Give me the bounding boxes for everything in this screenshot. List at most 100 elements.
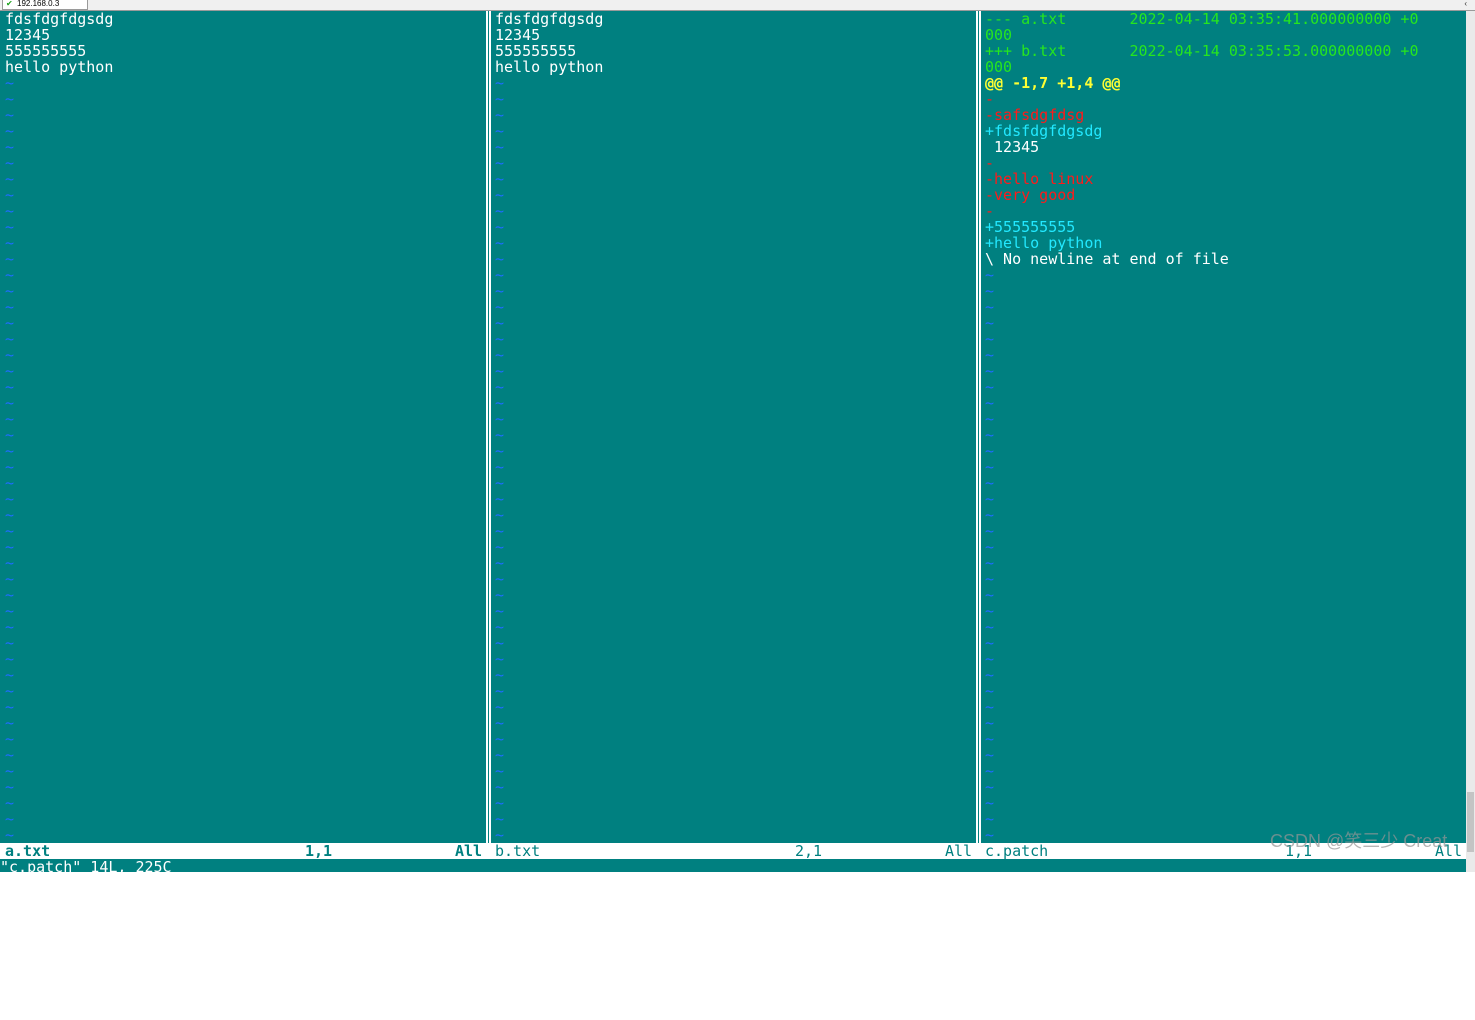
vim-status-line: a.txt 1,1 All b.txt 2,1 All c.patch 1,1 …	[0, 843, 1466, 859]
vertical-split-separator	[976, 11, 981, 843]
empty-line-tilde: ~	[5, 426, 15, 444]
empty-line-tilde: ~	[985, 538, 995, 556]
empty-line-tilde: ~	[5, 682, 15, 700]
empty-line-tilde: ~	[985, 362, 995, 380]
empty-line-tilde: ~	[495, 298, 505, 316]
empty-line-tilde: ~	[495, 714, 505, 732]
empty-line-tilde: ~	[495, 762, 505, 780]
vim-pane-b-txt[interactable]: fdsfdgfdgsdg 12345 555555555 hello python ~ ~…	[495, 11, 973, 843]
empty-line-tilde: ~	[495, 746, 505, 764]
empty-line-tilde: ~	[5, 634, 15, 652]
empty-line-tilde: ~	[985, 378, 995, 396]
text-line: fdsfdgfdgsdg	[495, 11, 604, 28]
empty-line-tilde: ~	[5, 714, 15, 732]
empty-line-tilde: ~	[495, 810, 505, 828]
empty-line-tilde: ~	[985, 426, 995, 444]
empty-line-tilde: ~	[5, 138, 15, 156]
empty-line-tilde: ~	[495, 346, 505, 364]
patch-line: +555555555	[985, 218, 1076, 236]
empty-line-tilde: ~	[5, 554, 15, 572]
vim-pane-a-txt[interactable]: fdsfdgfdgsdg 12345 555555555 hello python ~ ~…	[5, 11, 485, 843]
empty-line-tilde: ~	[5, 186, 15, 204]
empty-line-tilde: ~	[5, 746, 15, 764]
empty-line-tilde: ~	[985, 410, 995, 428]
empty-line-tilde: ~	[5, 826, 15, 843]
vim-pane-c-patch[interactable]: --- a.txt 2022-04-14 03:35:41.000000000 …	[985, 11, 1465, 843]
empty-line-tilde: ~	[5, 810, 15, 828]
empty-line-tilde: ~	[985, 586, 995, 604]
empty-line-tilde: ~	[985, 490, 995, 508]
status-right-filename: c.patch	[985, 842, 1049, 860]
empty-line-tilde: ~	[5, 442, 15, 460]
empty-line-tilde: ~	[985, 746, 995, 764]
session-tab-bar: ✔ 192.168.0.3 ‹	[0, 0, 1475, 11]
empty-line-tilde: ~	[985, 314, 995, 332]
text-line: hello python	[5, 58, 114, 76]
patch-line: 000	[985, 26, 1013, 44]
empty-line-tilde: ~	[495, 506, 505, 524]
empty-line-tilde: ~	[5, 234, 15, 252]
empty-line-tilde: ~	[495, 682, 505, 700]
empty-line-tilde: ~	[5, 586, 15, 604]
text-line: 555555555	[5, 42, 87, 60]
empty-line-tilde: ~	[495, 538, 505, 556]
empty-line-tilde: ~	[5, 730, 15, 748]
empty-line-tilde: ~	[985, 554, 995, 572]
empty-line-tilde: ~	[985, 346, 995, 364]
empty-line-tilde: ~	[5, 170, 15, 188]
empty-line-tilde: ~	[495, 410, 505, 428]
empty-line-tilde: ~	[985, 602, 995, 620]
empty-line-tilde: ~	[5, 778, 15, 796]
empty-line-tilde: ~	[5, 762, 15, 780]
empty-line-tilde: ~	[495, 634, 505, 652]
empty-line-tilde: ~	[5, 490, 15, 508]
empty-line-tilde: ~	[495, 586, 505, 604]
empty-line-tilde: ~	[495, 826, 505, 843]
terminal-scrollbar[interactable]	[1466, 11, 1475, 872]
empty-line-tilde: ~	[5, 314, 15, 332]
empty-line-tilde: ~	[985, 666, 995, 684]
empty-line-tilde: ~	[495, 154, 505, 172]
session-tab[interactable]: ✔ 192.168.0.3	[2, 0, 88, 10]
empty-line-tilde: ~	[495, 458, 505, 476]
scrollbar-thumb[interactable]	[1467, 792, 1474, 852]
empty-line-tilde: ~	[495, 570, 505, 588]
empty-line-tilde: ~	[985, 714, 995, 732]
empty-line-tilde: ~	[495, 74, 505, 92]
empty-line-tilde: ~	[495, 266, 505, 284]
patch-line: 000	[985, 58, 1013, 76]
patch-line: -very good	[985, 186, 1076, 204]
empty-line-tilde: ~	[985, 570, 995, 588]
empty-line-tilde: ~	[5, 666, 15, 684]
empty-line-tilde: ~	[495, 650, 505, 668]
empty-line-tilde: ~	[985, 442, 995, 460]
empty-line-tilde: ~	[5, 90, 15, 108]
empty-line-tilde: ~	[985, 730, 995, 748]
patch-line: @@ -1,7 +1,4 @@	[985, 74, 1121, 92]
empty-line-tilde: ~	[5, 362, 15, 380]
empty-line-tilde: ~	[495, 522, 505, 540]
tab-scroll-icon[interactable]: ‹	[1464, 0, 1467, 8]
empty-line-tilde: ~	[495, 234, 505, 252]
empty-line-tilde: ~	[5, 522, 15, 540]
empty-line-tilde: ~	[495, 778, 505, 796]
session-tab-title: 192.168.0.3	[17, 0, 60, 8]
empty-line-tilde: ~	[5, 218, 15, 236]
terminal-window[interactable]: fdsfdgfdgsdg 12345 555555555 hello python ~ ~…	[0, 11, 1475, 872]
vim-command-line[interactable]: "c.patch" 14L, 225C	[0, 859, 1466, 872]
empty-line-tilde: ~	[5, 458, 15, 476]
empty-line-tilde: ~	[495, 122, 505, 140]
status-middle-scroll: All	[945, 842, 973, 860]
empty-line-tilde: ~	[5, 122, 15, 140]
empty-line-tilde: ~	[985, 458, 995, 476]
status-left-filename: a.txt	[5, 842, 51, 860]
empty-line-tilde: ~	[5, 74, 15, 92]
empty-line-tilde: ~	[985, 762, 995, 780]
empty-line-tilde: ~	[985, 506, 995, 524]
empty-line-tilde: ~	[5, 346, 15, 364]
empty-line-tilde: ~	[985, 330, 995, 348]
patch-line: -	[985, 90, 995, 108]
empty-line-tilde: ~	[495, 186, 505, 204]
empty-line-tilde: ~	[5, 330, 15, 348]
empty-line-tilde: ~	[5, 298, 15, 316]
